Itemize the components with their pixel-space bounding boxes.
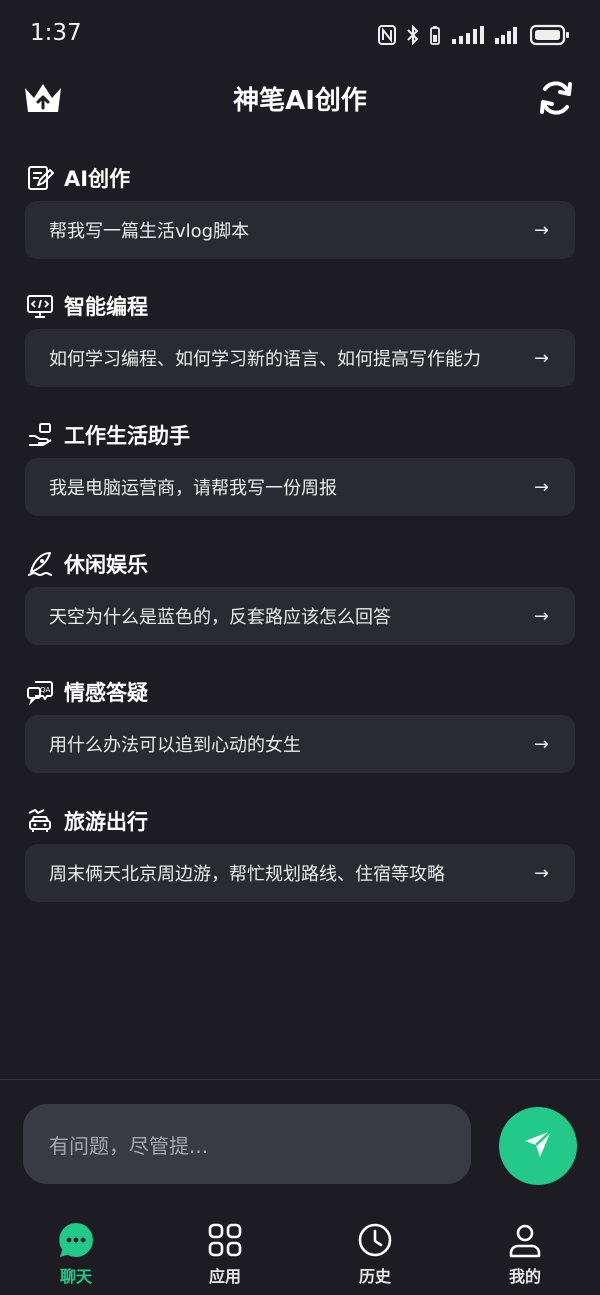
section-title: 工作生活助手 (64, 424, 190, 448)
nav-item-mine[interactable]: 我的 (475, 1210, 575, 1290)
bluetooth-icon (406, 25, 420, 45)
svg-text:QA: QA (40, 686, 51, 694)
arrow-right-icon: → (533, 862, 549, 884)
prompt-card[interactable]: 用什么办法可以追到心动的女生 → (25, 715, 575, 773)
qa-chat-icon: QA (26, 678, 54, 706)
battery-saver-icon (430, 25, 440, 45)
section-header: 休闲娱乐 (26, 546, 148, 582)
nav-label: 聊天 (59, 1267, 92, 1286)
status-time: 1:37 (30, 20, 82, 46)
section-title: 旅游出行 (64, 810, 148, 834)
signal-icon (450, 25, 484, 45)
nav-label: 历史 (358, 1267, 391, 1286)
section-header: 工作生活助手 (26, 417, 190, 453)
bottom-nav: 聊天 应用 历史 我的 (0, 1210, 600, 1295)
send-button[interactable] (499, 1107, 577, 1185)
section-title: 智能编程 (64, 295, 148, 319)
arrow-right-icon: → (533, 733, 549, 755)
prompt-text: 用什么办法可以追到心动的女生 (49, 735, 301, 756)
prompt-card[interactable]: 周末俩天北京周边游，帮忙规划路线、住宿等攻略 → (25, 844, 575, 902)
prompt-card[interactable]: 我是电脑运营商，请帮我写一份周报 → (25, 458, 575, 516)
chat-bubble-icon (56, 1220, 96, 1260)
section-title: AI创作 (64, 167, 131, 191)
prompt-card[interactable]: 如何学习编程、如何学习新的语言、如何提高写作能力 → (25, 329, 575, 387)
edit-note-icon (26, 164, 54, 192)
signal-icon-2 (494, 25, 520, 45)
section-header: QA 情感答疑 (26, 674, 148, 710)
section-title: 情感答疑 (64, 681, 148, 705)
chat-input-placeholder: 有问题，尽管提... (49, 1133, 209, 1158)
section-title: 休闲娱乐 (64, 553, 148, 577)
section-header: 智能编程 (26, 288, 148, 324)
nav-item-history[interactable]: 历史 (325, 1210, 425, 1290)
battery-icon (530, 24, 570, 46)
prompt-text: 天空为什么是蓝色的，反套路应该怎么回答 (49, 607, 391, 628)
page-title: 神笔AI创作 (233, 86, 367, 116)
nfc-icon (378, 25, 396, 45)
prompt-text: 如何学习编程、如何学习新的语言、如何提高写作能力 (49, 349, 481, 370)
status-bar: 1:37 (0, 0, 600, 70)
send-icon (520, 1126, 556, 1166)
surfing-icon (26, 550, 54, 578)
prompt-card[interactable]: 天空为什么是蓝色的，反套路应该怎么回答 → (25, 587, 575, 645)
prompt-text: 周末俩天北京周边游，帮忙规划路线、住宿等攻略 (49, 864, 445, 885)
prompt-card[interactable]: 帮我写一篇生活vlog脚本 → (25, 201, 575, 259)
arrow-right-icon: → (533, 347, 549, 369)
arrow-right-icon: → (533, 605, 549, 627)
section-header: 旅游出行 (26, 803, 148, 839)
nav-item-chat[interactable]: 聊天 (26, 1210, 126, 1290)
code-monitor-icon (26, 292, 54, 320)
nav-label: 我的 (508, 1267, 541, 1286)
hand-helper-icon (26, 421, 54, 449)
apps-grid-icon (205, 1220, 245, 1260)
prompt-text: 我是电脑运营商，请帮我写一份周报 (49, 478, 337, 499)
arrow-right-icon: → (533, 219, 549, 241)
prompt-text: 帮我写一篇生活vlog脚本 (49, 221, 250, 242)
travel-car-icon (26, 807, 54, 835)
section-header: AI创作 (26, 160, 130, 196)
app-header: 神笔AI创作 (0, 70, 600, 126)
divider (0, 1079, 600, 1080)
nav-item-apps[interactable]: 应用 (175, 1210, 275, 1290)
clock-icon (355, 1220, 395, 1260)
status-icons (378, 22, 570, 48)
nav-label: 应用 (208, 1267, 241, 1286)
user-icon (505, 1220, 545, 1260)
arrow-right-icon: → (533, 476, 549, 498)
refresh-icon[interactable] (536, 78, 576, 118)
chat-input[interactable]: 有问题，尽管提... (23, 1104, 471, 1184)
